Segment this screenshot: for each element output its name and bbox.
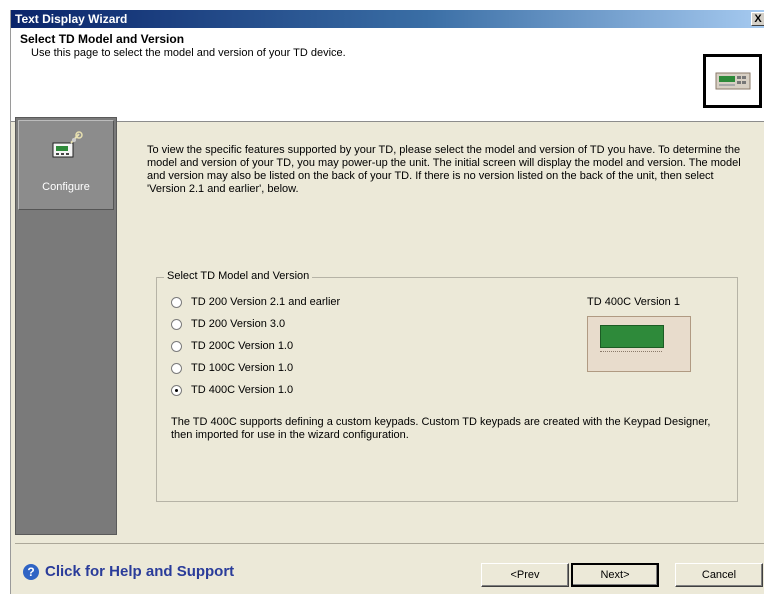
group-legend: Select TD Model and Version [164,270,313,282]
footer-divider [15,543,764,544]
lcd-screen [600,325,664,348]
keypad-note: The TD 400C supports defining a custom k… [171,416,711,441]
help-link-text[interactable]: Click for Help and Support [45,563,234,580]
radio-button[interactable] [171,385,182,396]
radio-button[interactable] [171,319,182,330]
preview-label: TD 400C Version 1 [587,296,680,308]
radio-label[interactable]: TD 100C Version 1.0 [191,362,293,374]
wizard-sidebar: Configure [15,117,117,535]
next-button[interactable]: Next> [571,563,659,587]
radio-button[interactable] [171,341,182,352]
intro-text: To view the specific features supported … [147,144,741,195]
wizard-window: Text Display Wizard X Select TD Model an… [10,10,764,594]
radio-label[interactable]: TD 200C Version 1.0 [191,340,293,352]
radio-label[interactable]: TD 400C Version 1.0 [191,384,293,396]
title-bar[interactable]: Text Display Wizard X [11,10,764,28]
td-preview-image [587,316,691,372]
close-button[interactable]: X [751,12,764,26]
model-version-group: Select TD Model and Version TD 200 Versi… [156,270,738,502]
td-device-icon [703,54,762,108]
radio-button[interactable] [171,363,182,374]
page-title: Select TD Model and Version [20,32,185,46]
prev-button[interactable]: <Prev [481,563,569,587]
cancel-button[interactable]: Cancel [675,563,763,587]
radio-label[interactable]: TD 200 Version 3.0 [191,318,285,330]
help-icon[interactable]: ? [23,564,39,580]
wizard-header: Select TD Model and Version Use this pag… [11,28,764,122]
radio-button[interactable] [171,297,182,308]
window-title: Text Display Wizard [15,12,128,26]
sidebar-item-configure[interactable]: Configure [18,120,114,210]
keypad-outline [600,351,662,352]
page-subtitle: Use this page to select the model and ve… [31,47,346,59]
sidebar-item-label: Configure [42,181,90,193]
configure-icon [49,131,83,165]
radio-label[interactable]: TD 200 Version 2.1 and earlier [191,296,340,308]
